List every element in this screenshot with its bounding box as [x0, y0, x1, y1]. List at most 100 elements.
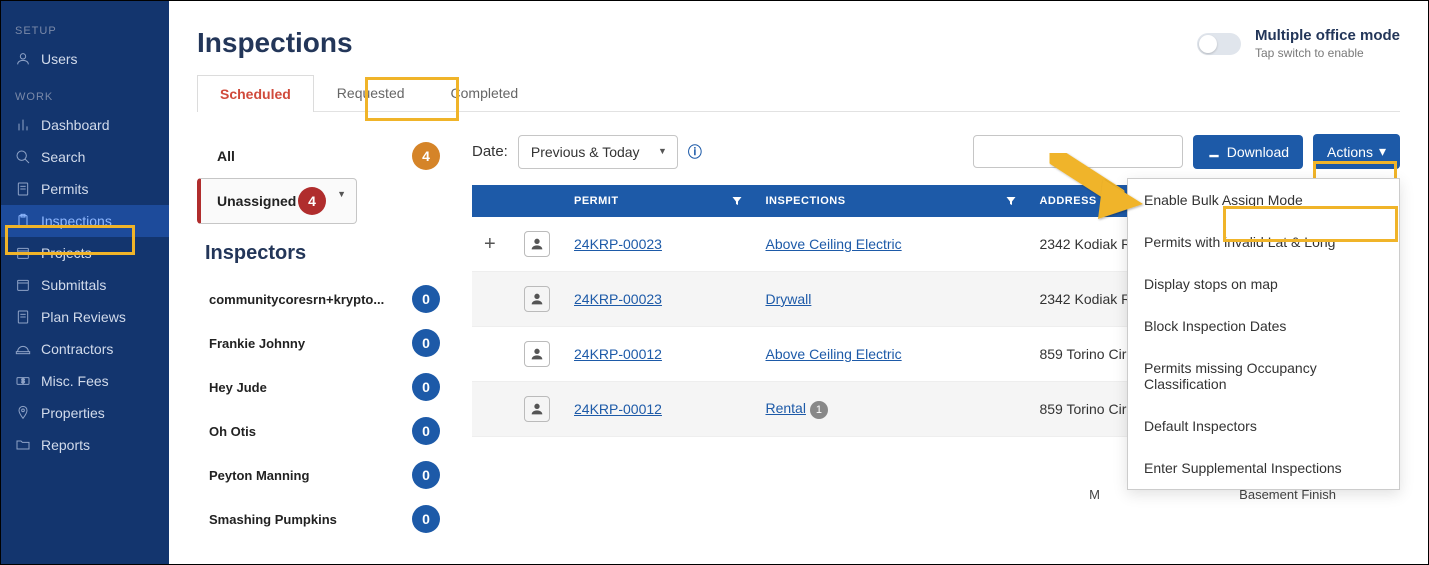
sidebar-item-properties[interactable]: Properties — [1, 397, 169, 429]
inspector-name: communitycoresrn+krypto... — [209, 292, 412, 307]
inspection-link[interactable]: Rental — [765, 400, 805, 416]
tab-completed[interactable]: Completed — [428, 74, 542, 111]
sidebar-item-label: Search — [41, 149, 85, 165]
inspector-count: 0 — [412, 285, 440, 313]
actions-button[interactable]: Actions ▾ — [1313, 134, 1400, 169]
inspector-row[interactable]: Frankie Johnny0 — [197, 321, 452, 365]
mom-title: Multiple office mode — [1255, 27, 1400, 44]
inspector-name: Smashing Pumpkins — [209, 512, 412, 527]
page-title: Inspections — [197, 27, 353, 59]
sidebar-item-inspections[interactable]: Inspections — [1, 205, 169, 237]
sidebar-item-label: Inspections — [41, 213, 112, 229]
tab-requested[interactable]: Requested — [314, 74, 428, 111]
permit-link[interactable]: 24KRP-00023 — [574, 291, 662, 307]
inspector-row[interactable]: Oh Otis0 — [197, 409, 452, 453]
inspector-count: 0 — [412, 505, 440, 533]
info-icon[interactable]: ⓘ — [688, 142, 702, 162]
sidebar-item-search[interactable]: Search — [1, 141, 169, 173]
sidebar-item-projects[interactable]: Projects — [1, 237, 169, 269]
sidebar-item-permits[interactable]: Permits — [1, 173, 169, 205]
sidebar-item-users[interactable]: Users — [1, 43, 169, 75]
hardhat-icon — [15, 341, 31, 357]
filter-icon[interactable] — [731, 195, 743, 210]
inspector-row[interactable]: Peyton Manning0 — [197, 453, 452, 497]
inspector-avatar[interactable] — [524, 341, 550, 367]
col-inspections[interactable]: INSPECTIONS — [753, 185, 1027, 217]
sidebar-item-label: Properties — [41, 405, 105, 421]
actions-menu-item[interactable]: Block Inspection Dates — [1128, 305, 1399, 347]
inspector-count: 0 — [412, 417, 440, 445]
actions-menu-item[interactable]: Permits with invalid Lat & Long — [1128, 221, 1399, 263]
inspectors-heading: Inspectors — [205, 242, 452, 265]
doc-icon — [15, 181, 31, 197]
user-icon — [15, 51, 31, 67]
inspector-count: 0 — [412, 461, 440, 489]
tabs: ScheduledRequestedCompleted — [197, 74, 1400, 112]
inspector-count: 0 — [412, 329, 440, 357]
inspector-count: 0 — [412, 373, 440, 401]
actions-menu-item[interactable]: Enable Bulk Assign Mode — [1128, 179, 1399, 221]
chart-icon — [15, 117, 31, 133]
filter-all-label: All — [217, 148, 412, 164]
pin-icon — [15, 405, 31, 421]
sidebar-item-label: Permits — [41, 181, 88, 197]
inspection-link[interactable]: Drywall — [765, 291, 811, 307]
search-input[interactable] — [973, 135, 1183, 168]
sidebar-item-misc-fees[interactable]: $ Misc. Fees — [1, 365, 169, 397]
inspector-name: Frankie Johnny — [209, 336, 412, 351]
search-icon — [15, 149, 31, 165]
filter-all[interactable]: All 4 — [197, 134, 452, 178]
chevron-down-icon: ▾ — [1379, 143, 1386, 160]
filter-icon[interactable] — [1005, 195, 1017, 210]
inspector-row[interactable]: Hey Jude0 — [197, 365, 452, 409]
inspector-avatar[interactable] — [524, 231, 550, 257]
mom-subtitle: Tap switch to enable — [1255, 46, 1364, 60]
permit-link[interactable]: 24KRP-00012 — [574, 401, 662, 417]
col-permit[interactable]: PERMIT — [562, 185, 753, 217]
folder-icon — [15, 437, 31, 453]
sidebar-item-label: Misc. Fees — [41, 373, 109, 389]
actions-menu-item[interactable]: Display stops on map — [1128, 263, 1399, 305]
actions-menu-item[interactable]: Permits missing Occupancy Classification — [1128, 347, 1399, 405]
sidebar-item-contractors[interactable]: Contractors — [1, 333, 169, 365]
date-select[interactable]: Previous & Today — [518, 135, 678, 169]
sidebar-item-submittals[interactable]: Submittals — [1, 269, 169, 301]
inspection-link[interactable]: Above Ceiling Electric — [765, 346, 901, 362]
sidebar-section-setup: SETUP — [1, 19, 169, 43]
calendar-icon — [15, 277, 31, 293]
inspector-avatar[interactable] — [524, 396, 550, 422]
permit-link[interactable]: 24KRP-00012 — [574, 346, 662, 362]
filter-unassigned[interactable]: Unassigned 4 — [197, 178, 357, 224]
inspector-avatar[interactable] — [524, 286, 550, 312]
doc-icon — [15, 309, 31, 325]
filter-unassigned-count: 4 — [298, 187, 326, 215]
sidebar-item-dashboard[interactable]: Dashboard — [1, 109, 169, 141]
sidebar-item-label: Reports — [41, 437, 90, 453]
filter-unassigned-label: Unassigned — [217, 193, 298, 209]
actions-menu-item[interactable]: Default Inspectors — [1128, 405, 1399, 447]
dollar-icon: $ — [15, 373, 31, 389]
permit-link[interactable]: 24KRP-00023 — [574, 236, 662, 252]
actions-dropdown: Enable Bulk Assign ModePermits with inva… — [1127, 178, 1400, 490]
inspector-name: Oh Otis — [209, 424, 412, 439]
date-label: Date: — [472, 143, 508, 160]
count-badge: 1 — [810, 401, 828, 419]
sidebar-item-label: Contractors — [41, 341, 113, 357]
sidebar-item-label: Projects — [41, 245, 92, 261]
sidebar-section-work: WORK — [1, 85, 169, 109]
results-pane: Date: Previous & Today ⓘ Download — [472, 134, 1400, 541]
sidebar-item-plan-reviews[interactable]: Plan Reviews — [1, 301, 169, 333]
inspector-row[interactable]: communitycoresrn+krypto...0 — [197, 277, 452, 321]
actions-menu-item[interactable]: Enter Supplemental Inspections — [1128, 447, 1399, 489]
inspector-row[interactable]: Smashing Pumpkins0 — [197, 497, 452, 541]
sidebar-item-label: Users — [41, 51, 78, 67]
sidebar-item-label: Submittals — [41, 277, 106, 293]
filter-pane: All 4 Unassigned 4 Inspectors communityc… — [197, 134, 452, 541]
expand-icon[interactable]: + — [484, 233, 496, 255]
tab-scheduled[interactable]: Scheduled — [197, 75, 314, 112]
sidebar-item-reports[interactable]: Reports — [1, 429, 169, 461]
clipboard-icon — [15, 213, 31, 229]
mom-toggle[interactable] — [1197, 33, 1241, 55]
download-button[interactable]: Download — [1193, 135, 1303, 169]
inspection-link[interactable]: Above Ceiling Electric — [765, 236, 901, 252]
